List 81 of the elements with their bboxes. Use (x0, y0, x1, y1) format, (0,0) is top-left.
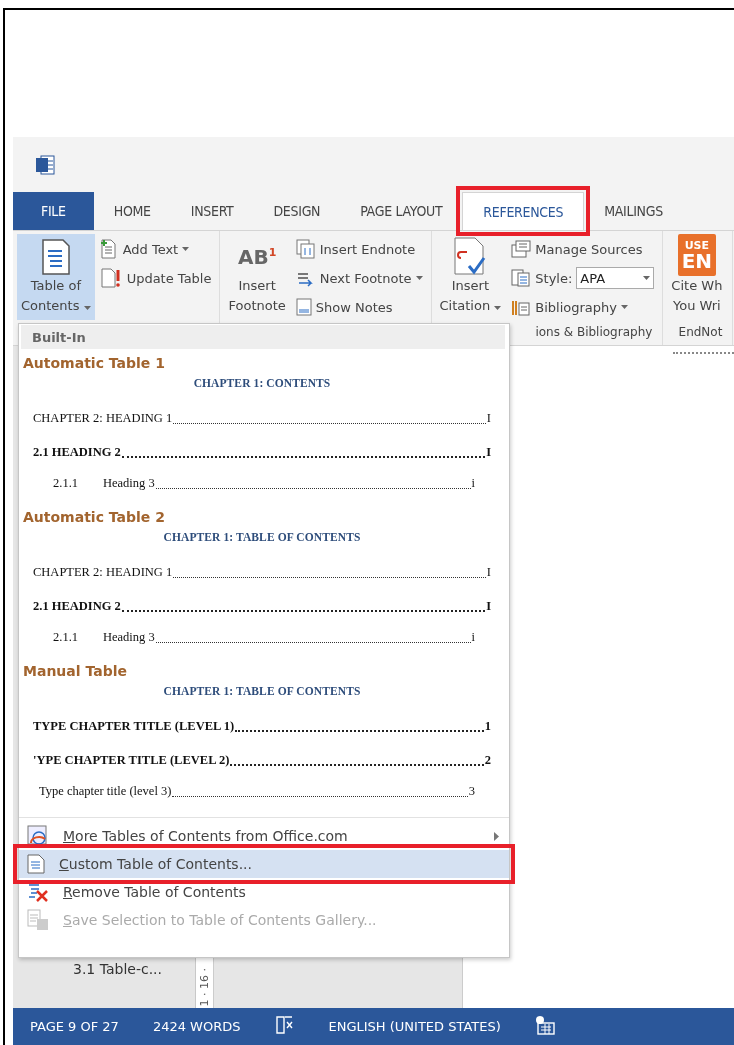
entry-text: 2.1 HEADING 2 (33, 444, 121, 460)
citation-icon (453, 236, 488, 276)
page-number: I (486, 444, 491, 460)
entry-text: Heading 3 (103, 475, 155, 491)
ribbon-tab[interactable]: MAILINGS (584, 192, 683, 230)
sources-icon (511, 240, 532, 258)
caret-icon (494, 306, 502, 310)
book-icon (274, 1016, 295, 1034)
ribbon-button[interactable]: Manage Sources (509, 236, 657, 262)
ribbon-button[interactable]: Add Text (98, 236, 214, 262)
entry-text: Type chapter title (level 3) (39, 783, 172, 799)
ribbon-button[interactable]: Show Notes (293, 294, 425, 320)
update-icon (100, 268, 123, 288)
preview-title: CHAPTER 1: TABLE OF CONTENTS (162, 531, 362, 545)
ribbon-button[interactable]: USE EN Cite Wh You Wri (667, 234, 727, 320)
ribbon-tab[interactable]: HOME (93, 192, 171, 230)
ribbon-button[interactable]: Next Footnote (293, 265, 425, 291)
entry-number: 2.1.1 (52, 629, 79, 645)
ribbon-tab[interactable]: PAGE LAYOUT (340, 192, 463, 230)
caret-icon (182, 247, 190, 251)
submenu-arrow-icon (494, 831, 499, 841)
document-list-icon (27, 854, 45, 874)
ribbon-button[interactable]: Insert Endnote (293, 236, 425, 262)
ribbon-tab[interactable]: DESIGN (253, 192, 341, 230)
print-layout-icon (534, 1015, 555, 1035)
ribbon-button[interactable]: AB$^{1}$ Insert Footnote (224, 234, 290, 320)
ribbon-button[interactable]: Table of Contents (17, 234, 95, 320)
document-list-icon (40, 239, 71, 275)
entry-number: 2.1.1 (52, 475, 79, 491)
gallery-heading: Manual Table (23, 662, 128, 681)
ribbon-tab[interactable]: INSERT (170, 192, 254, 230)
status-text[interactable]: ENGLISH (UNITED STATES) (311, 1019, 518, 1034)
navigation-item[interactable]: 3.1 Table-c... (73, 961, 195, 977)
bibliography-icon (511, 298, 532, 316)
group-label: ions & Bibliography (534, 325, 654, 341)
entry-text: CHAPTER 2: HEADING 1 (33, 564, 173, 580)
ribbon-button[interactable]: Insert Citation (435, 234, 506, 320)
group-label: EndNot (677, 325, 724, 341)
page-number: I (486, 598, 491, 614)
page-number: i (471, 629, 475, 645)
add-text-icon (100, 239, 119, 259)
gallery-item[interactable]: CHAPTER 1: TABLE OF CONTENTS TYPE CHAPTER TITLE (LEVEL 1) 1 'YPE CHAPTER TITLE (LEVEL 2) 2 Type chapter title (level 3) 3 (23, 685, 505, 811)
gallery-heading: Automatic Table 1 (23, 354, 166, 373)
status-text[interactable]: PAGE 9 OF 27 (13, 1019, 136, 1034)
menu-header: Built-In (21, 325, 505, 349)
remove-icon (27, 881, 49, 903)
caret-icon (643, 276, 651, 280)
badge-icon: USE EN (677, 234, 716, 276)
page-number: 1 (484, 718, 491, 734)
page-number: I (486, 564, 491, 580)
entry-text: Heading 3 (103, 629, 155, 645)
status-text[interactable]: 2424 WORDS (135, 1019, 258, 1034)
page-number: I (486, 410, 491, 426)
page-number: 2 (484, 752, 491, 768)
ruler-label: 1 · 16 · (198, 968, 211, 1007)
page-number: 3 (468, 783, 475, 799)
entry-text: TYPE CHAPTER TITLE (LEVEL 1) (33, 718, 235, 734)
caret-icon (83, 306, 91, 310)
entry-text: CHAPTER 2: HEADING 1 (33, 410, 173, 426)
page-number: i (471, 475, 475, 491)
ribbon-button[interactable]: Update Table (98, 265, 214, 291)
ribbon-button[interactable]: Bibliography (509, 294, 657, 320)
entry-text: 'YPE CHAPTER TITLE (LEVEL 2) (33, 752, 230, 768)
caret-icon (621, 305, 629, 309)
caret-icon (415, 276, 423, 280)
save-icon (27, 909, 49, 931)
gallery-item[interactable]: CHAPTER 1: TABLE OF CONTENTS CHAPTER 2: HEADING 1 I 2.1 HEADING 2 I 2.1.1 Heading 3 i (23, 531, 505, 657)
style-icon (511, 269, 532, 287)
gallery-item[interactable]: CHAPTER 1: CONTENTS CHAPTER 2: HEADING 1 I 2.1 HEADING 2 I 2.1.1 Heading 3 i (23, 377, 505, 503)
notes-icon (295, 298, 312, 316)
globe-document-icon (27, 825, 49, 847)
endnote-icon (295, 239, 316, 259)
app-icon (35, 154, 55, 175)
file-tab[interactable]: FILE (13, 192, 94, 230)
preview-title: CHAPTER 1: TABLE OF CONTENTS (162, 685, 362, 699)
ribbon-button[interactable]: Style: APA (509, 265, 657, 291)
style-dropdown[interactable]: APA (576, 267, 655, 289)
menu-item[interactable]: Remove Table of Contents (19, 878, 509, 906)
entry-text: 2.1 HEADING 2 (33, 598, 121, 614)
gallery-heading: Automatic Table 2 (23, 508, 166, 527)
preview-title: CHAPTER 1: CONTENTS (192, 377, 332, 391)
